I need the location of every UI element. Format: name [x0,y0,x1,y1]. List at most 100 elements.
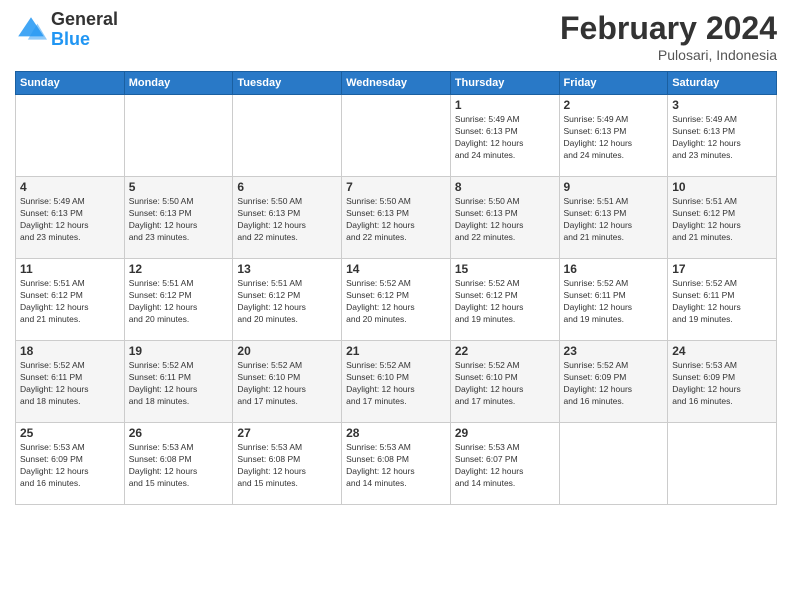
calendar-cell: 21Sunrise: 5:52 AM Sunset: 6:10 PM Dayli… [342,341,451,423]
page: General Blue February 2024 Pulosari, Ind… [0,0,792,612]
calendar-table: Sunday Monday Tuesday Wednesday Thursday… [15,71,777,505]
day-number: 9 [564,180,664,194]
calendar-cell: 26Sunrise: 5:53 AM Sunset: 6:08 PM Dayli… [124,423,233,505]
day-number: 17 [672,262,772,276]
day-number: 14 [346,262,446,276]
day-info: Sunrise: 5:52 AM Sunset: 6:10 PM Dayligh… [455,360,555,408]
day-info: Sunrise: 5:49 AM Sunset: 6:13 PM Dayligh… [564,114,664,162]
calendar-cell: 2 Sunrise: 5:49 AM Sunset: 6:13 PM Daylig… [559,95,668,177]
calendar-cell: 28 Sunrise: 5:53 AM Sunset: 6:08 PM Dayli… [342,423,451,505]
day-info: Sunrise: 5:51 AM Sunset: 6:12 PM Dayligh… [237,278,337,326]
calendar-cell: 16 Sunrise: 5:52 AM Sunset: 6:11 PM Dayli… [559,259,668,341]
calendar-title: February 2024 [560,10,777,47]
day-info: Sunrise: 5:50 AM Sunset: 6:13 PM Dayligh… [129,196,229,244]
day-number: 22 [455,344,555,358]
header-row: Sunday Monday Tuesday Wednesday Thursday… [16,72,777,95]
logo-text: General Blue [51,10,118,50]
day-info: Sunrise: 5:51 AM Sunset: 6:12 PM Dayligh… [20,278,120,326]
logo-general: General [51,9,118,29]
title-block: February 2024 Pulosari, Indonesia [560,10,777,63]
calendar-cell: 24Sunrise: 5:53 AM Sunset: 6:09 PM Dayli… [668,341,777,423]
day-info: Sunrise: 5:52 AM Sunset: 6:11 PM Dayligh… [129,360,229,408]
calendar-cell [124,95,233,177]
calendar-cell [559,423,668,505]
calendar-cell: 10Sunrise: 5:51 AM Sunset: 6:12 PM Dayli… [668,177,777,259]
logo: General Blue [15,10,118,50]
day-info: Sunrise: 5:49 AM Sunset: 6:13 PM Dayligh… [455,114,555,162]
calendar-cell: 22 Sunrise: 5:52 AM Sunset: 6:10 PM Dayli… [450,341,559,423]
calendar-cell: 18Sunrise: 5:52 AM Sunset: 6:11 PM Dayli… [16,341,125,423]
calendar-cell: 17Sunrise: 5:52 AM Sunset: 6:11 PM Dayli… [668,259,777,341]
week-row-2: 11 Sunrise: 5:51 AM Sunset: 6:12 PM Dayli… [16,259,777,341]
day-number: 27 [237,426,337,440]
day-number: 23 [564,344,664,358]
calendar-cell [16,95,125,177]
logo-blue: Blue [51,29,90,49]
week-row-4: 25 Sunrise: 5:53 AM Sunset: 6:09 PM Dayli… [16,423,777,505]
calendar-cell [342,95,451,177]
day-number: 20 [237,344,337,358]
day-number: 8 [455,180,555,194]
day-info: Sunrise: 5:52 AM Sunset: 6:12 PM Dayligh… [346,278,446,326]
col-wednesday: Wednesday [342,72,451,95]
day-info: Sunrise: 5:51 AM Sunset: 6:12 PM Dayligh… [672,196,772,244]
day-info: Sunrise: 5:50 AM Sunset: 6:13 PM Dayligh… [237,196,337,244]
day-info: Sunrise: 5:53 AM Sunset: 6:07 PM Dayligh… [455,442,555,490]
calendar-cell: 1 Sunrise: 5:49 AM Sunset: 6:13 PM Daylig… [450,95,559,177]
day-number: 4 [20,180,120,194]
day-info: Sunrise: 5:53 AM Sunset: 6:08 PM Dayligh… [129,442,229,490]
calendar-cell: 29 Sunrise: 5:53 AM Sunset: 6:07 PM Dayli… [450,423,559,505]
day-info: Sunrise: 5:49 AM Sunset: 6:13 PM Dayligh… [20,196,120,244]
header: General Blue February 2024 Pulosari, Ind… [15,10,777,63]
week-row-3: 18Sunrise: 5:52 AM Sunset: 6:11 PM Dayli… [16,341,777,423]
day-number: 7 [346,180,446,194]
day-info: Sunrise: 5:53 AM Sunset: 6:09 PM Dayligh… [672,360,772,408]
day-number: 15 [455,262,555,276]
day-info: Sunrise: 5:53 AM Sunset: 6:09 PM Dayligh… [20,442,120,490]
calendar-cell: 3 Sunrise: 5:49 AM Sunset: 6:13 PM Daylig… [668,95,777,177]
day-number: 12 [129,262,229,276]
col-friday: Friday [559,72,668,95]
calendar-cell: 8 Sunrise: 5:50 AM Sunset: 6:13 PM Daylig… [450,177,559,259]
logo-icon [15,14,47,46]
calendar-cell: 12 Sunrise: 5:51 AM Sunset: 6:12 PM Dayli… [124,259,233,341]
calendar-cell [233,95,342,177]
day-number: 28 [346,426,446,440]
day-number: 5 [129,180,229,194]
day-number: 2 [564,98,664,112]
calendar-cell: 4 Sunrise: 5:49 AM Sunset: 6:13 PM Daylig… [16,177,125,259]
day-number: 6 [237,180,337,194]
day-info: Sunrise: 5:52 AM Sunset: 6:11 PM Dayligh… [564,278,664,326]
day-number: 3 [672,98,772,112]
col-tuesday: Tuesday [233,72,342,95]
day-info: Sunrise: 5:52 AM Sunset: 6:09 PM Dayligh… [564,360,664,408]
day-info: Sunrise: 5:53 AM Sunset: 6:08 PM Dayligh… [346,442,446,490]
week-row-0: 1 Sunrise: 5:49 AM Sunset: 6:13 PM Daylig… [16,95,777,177]
calendar-cell: 23 Sunrise: 5:52 AM Sunset: 6:09 PM Dayli… [559,341,668,423]
calendar-cell [668,423,777,505]
calendar-cell: 19Sunrise: 5:52 AM Sunset: 6:11 PM Dayli… [124,341,233,423]
col-monday: Monday [124,72,233,95]
calendar-cell: 14 Sunrise: 5:52 AM Sunset: 6:12 PM Dayli… [342,259,451,341]
day-number: 1 [455,98,555,112]
day-info: Sunrise: 5:52 AM Sunset: 6:10 PM Dayligh… [237,360,337,408]
day-info: Sunrise: 5:51 AM Sunset: 6:12 PM Dayligh… [129,278,229,326]
day-info: Sunrise: 5:50 AM Sunset: 6:13 PM Dayligh… [455,196,555,244]
day-number: 11 [20,262,120,276]
day-number: 29 [455,426,555,440]
day-info: Sunrise: 5:52 AM Sunset: 6:12 PM Dayligh… [455,278,555,326]
day-info: Sunrise: 5:52 AM Sunset: 6:10 PM Dayligh… [346,360,446,408]
day-info: Sunrise: 5:49 AM Sunset: 6:13 PM Dayligh… [672,114,772,162]
calendar-cell: 20 Sunrise: 5:52 AM Sunset: 6:10 PM Dayli… [233,341,342,423]
day-number: 16 [564,262,664,276]
calendar-cell: 11 Sunrise: 5:51 AM Sunset: 6:12 PM Dayli… [16,259,125,341]
day-info: Sunrise: 5:50 AM Sunset: 6:13 PM Dayligh… [346,196,446,244]
day-number: 13 [237,262,337,276]
calendar-cell: 27Sunrise: 5:53 AM Sunset: 6:08 PM Dayli… [233,423,342,505]
col-sunday: Sunday [16,72,125,95]
calendar-cell: 6 Sunrise: 5:50 AM Sunset: 6:13 PM Daylig… [233,177,342,259]
day-info: Sunrise: 5:52 AM Sunset: 6:11 PM Dayligh… [20,360,120,408]
calendar-cell: 7 Sunrise: 5:50 AM Sunset: 6:13 PM Daylig… [342,177,451,259]
calendar-subtitle: Pulosari, Indonesia [560,47,777,63]
day-number: 25 [20,426,120,440]
